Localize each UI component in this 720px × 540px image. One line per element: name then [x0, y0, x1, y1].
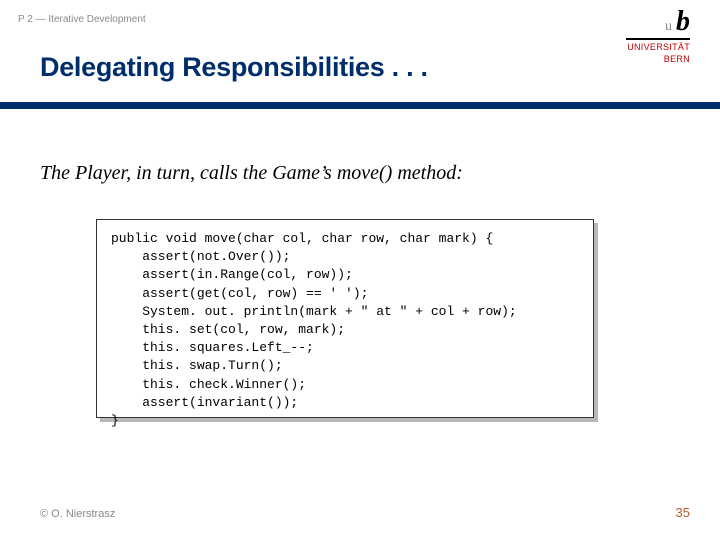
logo-u-glyph: u: [665, 20, 672, 36]
code-block: public void move(char col, char row, cha…: [96, 219, 594, 418]
university-logo: u b UNIVERSITÄT BERN: [610, 8, 690, 64]
page-number: 35: [676, 505, 690, 520]
breadcrumb: P 2 — Iterative Development: [18, 14, 146, 25]
logo-rule: [626, 38, 690, 40]
page-title: Delegating Responsibilities . . .: [40, 52, 428, 83]
logo-text-2: BERN: [610, 54, 690, 64]
logo-text-1: UNIVERSITÄT: [610, 42, 690, 52]
title-divider: [0, 102, 720, 109]
lead-text: The Player, in turn, calls the Game’s mo…: [40, 162, 463, 185]
footer-copyright: © O. Nierstrasz: [40, 508, 115, 520]
logo-b-glyph: b: [676, 8, 690, 36]
